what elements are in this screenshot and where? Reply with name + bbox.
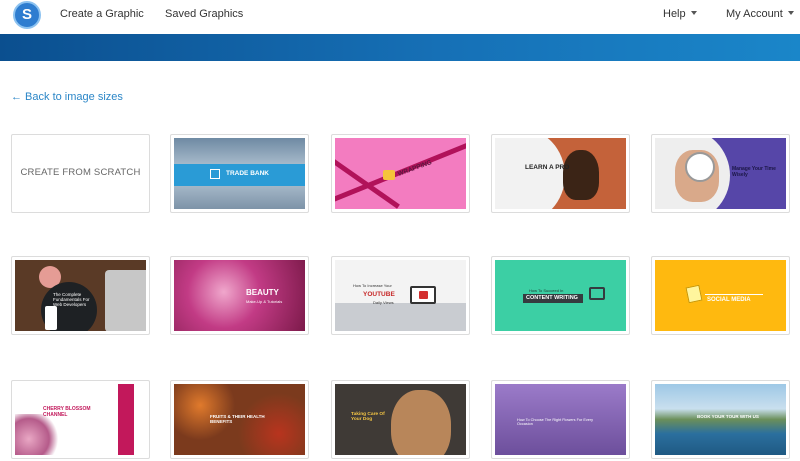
template-thumbnail: FRUITS & THEIR HEALTH BENEFITS <box>174 384 305 455</box>
template-thumbnail: TRADE BANK <box>174 138 305 209</box>
template-title: Taking Care Of Your Dog <box>351 412 385 422</box>
template-tile-social-media[interactable]: SOCIAL MEDIA <box>651 256 790 335</box>
template-tile-content-writing[interactable]: How To Succeed In CONTENT WRITING <box>491 256 630 335</box>
template-thumbnail: LEARN A PRO <box>495 138 626 209</box>
template-tile-beauty[interactable]: BEAUTY Make-Up & Tutorials <box>170 256 309 335</box>
nav-help-menu[interactable]: Help <box>663 8 697 20</box>
template-subtitle: Daily Views <box>373 300 394 305</box>
template-thumbnail: How To Increase Your YOUTUBE Daily Views <box>335 260 466 331</box>
template-tile-fruits[interactable]: FRUITS & THEIR HEALTH BENEFITS <box>170 380 309 459</box>
template-tile-cherry-blossom[interactable]: CHERRY BLOSSOM CHANNEL <box>11 380 150 459</box>
chevron-down-icon <box>787 11 794 15</box>
template-title: WRAPPING <box>396 159 433 178</box>
template-tile-taking-care-dog[interactable]: Taking Care Of Your Dog <box>331 380 470 459</box>
template-title: CONTENT WRITING <box>526 295 578 301</box>
template-subtitle: How To Succeed In <box>529 288 564 293</box>
template-title: BOOK YOUR TOUR WITH US <box>697 414 759 419</box>
template-title: LEARN A PRO <box>525 164 570 171</box>
template-title: Manage Your Time Wisely <box>732 166 776 178</box>
template-thumbnail: Taking Care Of Your Dog <box>335 384 466 455</box>
chevron-down-icon <box>690 11 697 15</box>
nav-create-graphic[interactable]: Create a Graphic <box>60 8 144 20</box>
template-title: SOCIAL MEDIA <box>707 297 751 303</box>
nav-my-account-menu[interactable]: My Account <box>726 8 794 20</box>
nav-saved-graphics[interactable]: Saved Graphics <box>165 8 243 20</box>
template-subtitle: How To Increase Your <box>353 283 392 288</box>
template-tile-choose-flowers[interactable]: How To Choose The Right Flowers For Ever… <box>491 380 630 459</box>
template-title: CHERRY BLOSSOM CHANNEL <box>43 406 91 418</box>
template-thumbnail: How To Choose The Right Flowers For Ever… <box>495 384 626 455</box>
header-banner <box>0 34 800 61</box>
template-title: YOUTUBE <box>363 291 395 298</box>
back-to-image-sizes-link[interactable]: ← Back to image sizes <box>11 91 123 103</box>
template-thumbnail: SOCIAL MEDIA <box>655 260 786 331</box>
template-subtitle: Make-Up & Tutorials <box>246 299 283 304</box>
create-from-scratch-label: CREATE FROM SCRATCH <box>20 167 141 178</box>
template-tile-book-tour[interactable]: BOOK YOUR TOUR WITH US <box>651 380 790 459</box>
template-tile-trade-bank[interactable]: TRADE BANK <box>170 134 309 213</box>
template-thumbnail: WRAPPING <box>335 138 466 209</box>
template-tile-learn-a-pro[interactable]: LEARN A PRO <box>491 134 630 213</box>
template-title: TRADE BANK <box>226 170 269 177</box>
template-tile-complete-fundamentals[interactable]: The Complete Fundamentals For Web Develo… <box>11 256 150 335</box>
template-thumbnail: Manage Your Time Wisely <box>655 138 786 209</box>
template-thumbnail: BOOK YOUR TOUR WITH US <box>655 384 786 455</box>
template-thumbnail: The Complete Fundamentals For Web Develo… <box>15 260 146 331</box>
create-from-scratch-tile[interactable]: CREATE FROM SCRATCH <box>11 134 150 213</box>
template-title: BEAUTY <box>246 288 279 297</box>
template-title: FRUITS & THEIR HEALTH BENEFITS <box>210 414 265 424</box>
template-title: How To Choose The Right Flowers For Ever… <box>517 418 594 426</box>
template-title: The Complete Fundamentals For Web Develo… <box>53 292 90 307</box>
template-tile-youtube[interactable]: How To Increase Your YOUTUBE Daily Views <box>331 256 470 335</box>
help-label: Help <box>663 8 686 20</box>
template-tile-wrapping[interactable]: WRAPPING <box>331 134 470 213</box>
template-tile-manage-time[interactable]: Manage Your Time Wisely <box>651 134 790 213</box>
account-label: My Account <box>726 8 783 20</box>
top-navbar: S Create a Graphic Saved Graphics Help M… <box>0 0 800 34</box>
template-thumbnail: CHERRY BLOSSOM CHANNEL <box>15 384 146 455</box>
template-thumbnail: How To Succeed In CONTENT WRITING <box>495 260 626 331</box>
app-logo[interactable]: S <box>13 1 41 29</box>
template-thumbnail: BEAUTY Make-Up & Tutorials <box>174 260 305 331</box>
